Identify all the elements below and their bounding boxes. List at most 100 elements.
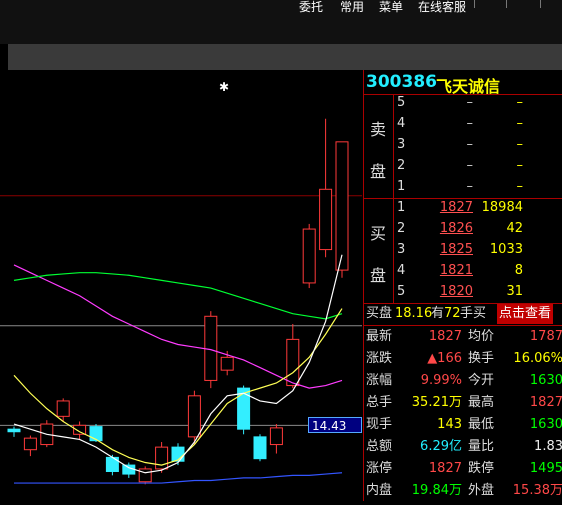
order-ratio: 买盘 18.16 有 72 手买 点击查看 (364, 303, 562, 325)
quote-label: 最高 (468, 395, 495, 410)
stock-header: 300386 飞天诚信 (364, 70, 562, 96)
menu-online-service[interactable]: 在线客服 (418, 0, 466, 18)
quote-row: 涨停 1827 跌停 1495 (364, 458, 562, 480)
ask-row[interactable]: 4 – – (364, 116, 562, 137)
quote-label: 涨跌 (366, 351, 393, 366)
quote-label: 涨幅 (366, 373, 393, 388)
level-price: – (466, 179, 474, 194)
level-price: 1825 (439, 242, 473, 257)
toolbar-band (8, 44, 562, 70)
quote-row: 总额 6.29亿 量比 1.83 (364, 436, 562, 458)
quote-label: 均价 (468, 329, 495, 344)
quote-row: 现手 143 最低 1630 (364, 414, 562, 436)
level-price: 1820 (439, 284, 473, 299)
quote-value: 9.99% (420, 373, 462, 388)
quote-label: 现手 (366, 417, 393, 432)
menu-entrust[interactable]: 委托 (299, 0, 323, 18)
bid-row[interactable]: 5 1820 31 (364, 284, 562, 305)
ratio-prefix: 买盘 (366, 306, 393, 321)
quote-row: 最新 1827 均价 1787 (364, 326, 562, 348)
level-number: 1 (397, 179, 406, 194)
quote-label: 跌停 (468, 461, 495, 476)
level-number: 3 (397, 242, 406, 257)
quote-row: 涨幅 9.99% 今开 1630 (364, 370, 562, 392)
level-volume: 42 (506, 221, 523, 236)
ask-row[interactable]: 5 – – (364, 95, 562, 116)
level-price: 1827 (439, 200, 473, 215)
kline-chart[interactable] (0, 70, 362, 501)
candle-body[interactable] (302, 228, 316, 284)
candle-body[interactable] (171, 446, 185, 462)
candle-body[interactable] (187, 395, 201, 438)
level-price: – (466, 158, 474, 173)
quote-label: 外盘 (468, 483, 495, 498)
bid-row[interactable]: 4 1821 8 (364, 263, 562, 284)
bid-row[interactable]: 2 1826 42 (364, 221, 562, 242)
ratio-value: 18.16 (395, 306, 433, 321)
level-price: 1821 (439, 263, 473, 278)
moving-average-line (13, 272, 343, 320)
candle-body[interactable] (335, 141, 349, 271)
candle-body[interactable] (286, 338, 300, 387)
bid-row[interactable]: 1 1827 18984 (364, 200, 562, 221)
quote-value: 1787 (529, 329, 562, 344)
level-volume: – (516, 95, 524, 110)
price-tag: 14.43 (308, 417, 362, 433)
quote-label: 总额 (366, 439, 393, 454)
quote-value: 1827 (529, 395, 562, 410)
candle-body[interactable] (7, 428, 21, 433)
level-volume: 31 (506, 284, 523, 299)
quote-label: 涨停 (366, 461, 393, 476)
candle-body[interactable] (269, 427, 283, 446)
level-number: 5 (397, 95, 406, 110)
quote-label: 量比 (468, 439, 495, 454)
quote-value: 1.83 (534, 439, 562, 454)
moving-average-line (14, 472, 343, 484)
menu-common[interactable]: 常用 (340, 0, 364, 18)
candle-body[interactable] (23, 437, 37, 451)
maximize-icon[interactable] (506, 0, 529, 8)
candle-body[interactable] (253, 436, 267, 460)
level-number: 2 (397, 221, 406, 236)
ask-row[interactable]: 2 – – (364, 158, 562, 179)
candle-body[interactable] (319, 188, 333, 251)
level-volume: – (516, 179, 524, 194)
candle-body[interactable] (220, 356, 234, 371)
level-volume: 8 (514, 263, 523, 278)
candle-body[interactable] (56, 400, 70, 417)
level-price: – (466, 95, 474, 110)
quote-value: 16.06% (513, 351, 562, 366)
quote-value: 1630 (529, 417, 562, 432)
ask-row[interactable]: 3 – – (364, 137, 562, 158)
quote-value: 1630 (529, 373, 562, 388)
ask-row[interactable]: 1 – – (364, 179, 562, 200)
quote-value: 143 (437, 417, 462, 432)
candle-body[interactable] (89, 426, 103, 442)
level-number: 5 (397, 284, 406, 299)
quote-label: 最低 (468, 417, 495, 432)
menu-menu[interactable]: 菜单 (379, 0, 403, 18)
view-details-button[interactable]: 点击查看 (497, 304, 554, 324)
level-volume: – (516, 137, 524, 152)
quote-value: 35.21万 (411, 395, 462, 410)
candle-body[interactable] (204, 315, 218, 381)
quote-label: 换手 (468, 351, 495, 366)
level-number: 3 (397, 137, 406, 152)
ratio-suffix: 手买 (460, 306, 487, 321)
quote-row: 总手 35.21万 最高 1827 (364, 392, 562, 414)
level-volume: – (516, 158, 524, 173)
ratio-mid: 有 (431, 306, 445, 321)
quote-panel: 300386 飞天诚信 卖 盘 5– –4– –3– –2– –1– – 买 盘 1 182… (363, 70, 562, 501)
quote-label: 内盘 (366, 483, 393, 498)
quote-value: 1827 (428, 461, 462, 476)
minimize-icon[interactable] (474, 0, 497, 8)
quote-label: 今开 (468, 373, 495, 388)
bid-row[interactable]: 3 1825 1033 (364, 242, 562, 263)
quote-row: 内盘 19.84万 外盘 15.38万 (364, 480, 562, 502)
close-icon[interactable] (540, 0, 562, 8)
level-price: – (466, 137, 474, 152)
quote-value: 1495 (529, 461, 562, 476)
level-number: 1 (397, 200, 406, 215)
level-number: 2 (397, 158, 406, 173)
level-number: 4 (397, 263, 406, 278)
